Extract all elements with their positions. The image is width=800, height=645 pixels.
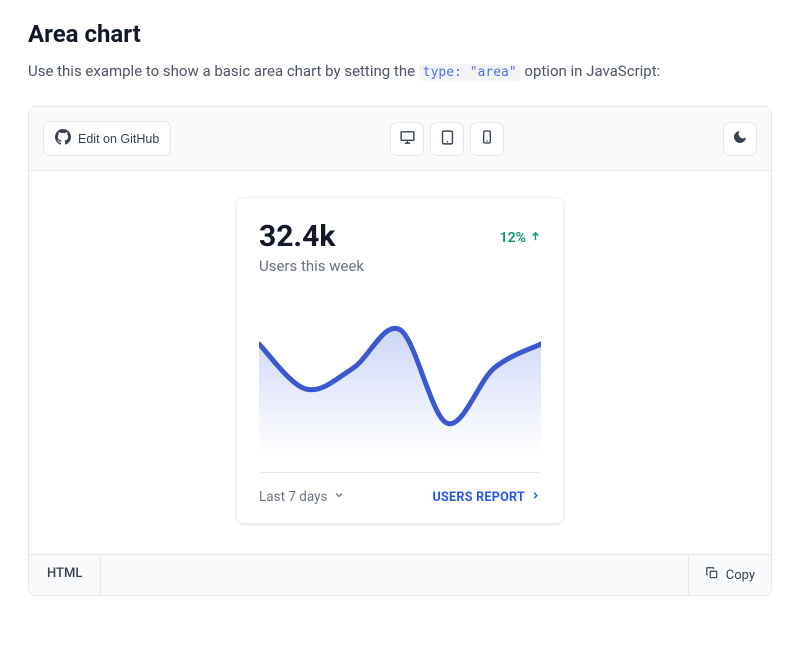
page-description: Use this example to show a basic area ch… [28,62,772,80]
tab-html[interactable]: HTML [29,555,101,595]
period-label: Last 7 days [259,489,328,505]
mobile-view-button[interactable] [470,122,504,156]
card-footer: Last 7 days Users Report [259,472,541,505]
arrow-up-icon [530,230,541,246]
desktop-icon [399,129,416,149]
mobile-icon [479,129,495,148]
metric-block: 32.4k Users this week [259,220,364,275]
copy-button[interactable]: Copy [688,555,771,595]
dark-mode-toggle[interactable] [723,122,757,156]
moon-icon [732,129,748,148]
trend-value: 12% [500,230,526,246]
tablet-view-button[interactable] [430,122,464,156]
example-frame: Edit on GitHub [28,106,772,596]
stats-card: 32.4k Users this week 12% [236,197,564,524]
trend-badge: 12% [500,230,541,246]
desc-text-pre: Use this example to show a basic area ch… [28,62,419,80]
copy-label: Copy [726,568,755,583]
chevron-down-icon [333,489,345,505]
chevron-right-icon [530,490,541,505]
tablet-icon [439,129,456,149]
github-icon [55,129,71,148]
desktop-view-button[interactable] [390,122,424,156]
code-tabs-bar: HTML Copy [29,554,771,595]
users-report-link[interactable]: Users Report [433,490,541,505]
card-header: 32.4k Users this week 12% [259,220,541,275]
page-title: Area chart [28,20,772,48]
area-chart [259,289,541,454]
device-group [390,122,504,156]
copy-icon [705,566,719,584]
report-label: Users Report [433,490,525,505]
inline-code: type: "area" [419,64,521,81]
example-toolbar: Edit on GitHub [29,107,771,171]
metric-value: 32.4k [259,220,364,253]
metric-label: Users this week [259,257,364,275]
edit-on-github-button[interactable]: Edit on GitHub [43,121,171,156]
edit-on-github-label: Edit on GitHub [78,132,159,146]
desc-text-post: option in JavaScript: [524,62,660,80]
preview-area: 32.4k Users this week 12% [29,171,771,554]
period-dropdown[interactable]: Last 7 days [259,489,345,505]
